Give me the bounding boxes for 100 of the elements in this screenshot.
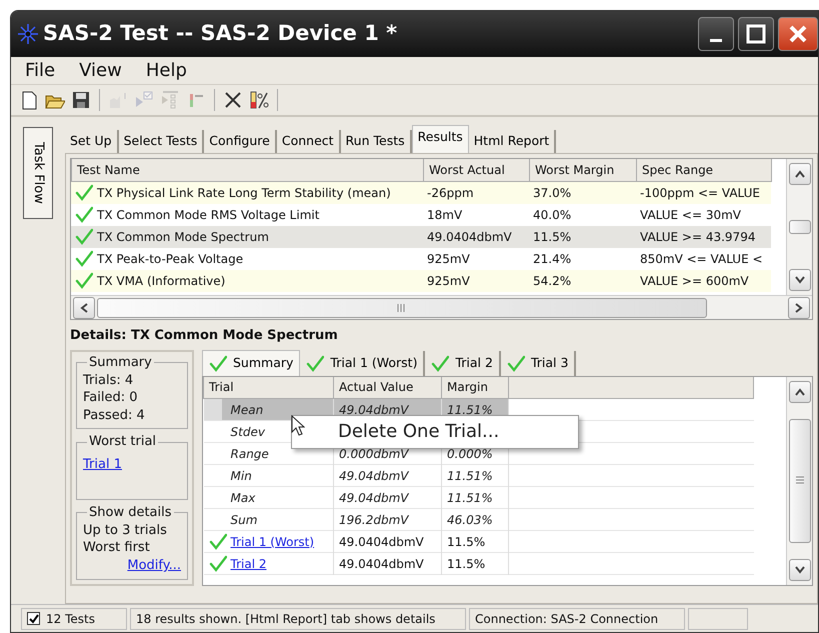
result-row[interactable]: TX Physical Link Rate Long Term Stability (mean) -26ppm 37.0% -100ppm <= VALUE bbox=[71, 182, 771, 204]
maximize-icon bbox=[746, 24, 766, 44]
scrollbar-thumb[interactable] bbox=[788, 418, 810, 542]
result-row[interactable]: TX Common Mode RMS Voltage Limit 18mV 40.0% VALUE <= 30mV bbox=[71, 204, 771, 226]
table-cell-text: TX Peak-to-Peak Voltage bbox=[97, 250, 244, 268]
column-header[interactable]: Test Name bbox=[72, 159, 424, 181]
table-cell: 11.51% bbox=[447, 402, 493, 416]
scrollbar-thumb[interactable] bbox=[97, 298, 707, 318]
menu-item[interactable]: View bbox=[69, 57, 132, 84]
scroll-right-button[interactable] bbox=[788, 296, 810, 318]
table-cell-text: TX Common Mode RMS Voltage Limit bbox=[97, 206, 320, 224]
info-text: Passed: 4 bbox=[83, 406, 146, 424]
context-menu-item[interactable]: Delete One Trial... bbox=[291, 414, 579, 448]
group-title: Show details bbox=[88, 506, 173, 520]
chevron-left-icon bbox=[80, 302, 88, 312]
column-header[interactable]: Margin bbox=[442, 376, 508, 398]
table-cell-text: -26ppm bbox=[427, 184, 474, 202]
delete-icon[interactable] bbox=[223, 90, 243, 110]
maximize-button[interactable] bbox=[738, 17, 774, 51]
save-icon[interactable] bbox=[71, 90, 91, 110]
table-cell-text: VALUE >= 600mV bbox=[640, 272, 749, 290]
table-cell-text: TX VMA (Informative) bbox=[97, 272, 226, 290]
trial-row[interactable]: Sum 196.2dbmV 46.03% bbox=[204, 508, 754, 530]
chevron-down-icon bbox=[794, 566, 804, 574]
test-count: 12 Tests bbox=[46, 610, 95, 628]
scroll-down-button[interactable] bbox=[788, 558, 810, 580]
info-text: Trials: 4 bbox=[83, 372, 134, 390]
table-cell: Stdev bbox=[230, 424, 265, 438]
link[interactable]: Trial 1 (Worst) bbox=[230, 532, 314, 550]
tab[interactable]: Summary bbox=[202, 350, 300, 376]
table-cell: 49.04dbmV bbox=[339, 402, 408, 416]
link[interactable]: Modify... bbox=[127, 558, 181, 573]
checkbox[interactable] bbox=[27, 612, 40, 625]
column-header[interactable]: Trial bbox=[204, 376, 334, 398]
column-header[interactable]: Worst Margin bbox=[530, 159, 636, 181]
status-message: 18 results shown. [Html Report] tab shows details bbox=[136, 610, 436, 628]
table-cell-text: 40.0% bbox=[533, 206, 572, 224]
info-text: Worst first bbox=[83, 539, 151, 557]
table-cell: 11.51% bbox=[447, 490, 493, 504]
result-row[interactable]: TX Peak-to-Peak Voltage 925mV 21.4% 850mV <= VALUE < bbox=[71, 248, 771, 270]
connection-status: Connection: SAS-2 Connection bbox=[475, 610, 658, 628]
table-cell-text: 21.4% bbox=[533, 250, 572, 268]
scroll-up-button[interactable] bbox=[788, 163, 810, 185]
table-cell: Range bbox=[230, 446, 269, 460]
close-button[interactable] bbox=[778, 17, 818, 51]
grip-icon bbox=[796, 476, 804, 486]
table-cell-text: 49.0404dbmV bbox=[427, 228, 512, 246]
scrollbar-thumb[interactable] bbox=[788, 220, 810, 234]
close-icon bbox=[788, 24, 808, 44]
link[interactable]: Trial 1 bbox=[83, 456, 122, 472]
menu-item[interactable]: File bbox=[15, 57, 66, 84]
table-cell: 49.0404dbmV bbox=[339, 556, 424, 570]
group-title: Summary bbox=[88, 356, 153, 370]
table-cell-text: -100ppm <= VALUE bbox=[640, 184, 760, 202]
minimize-button[interactable] bbox=[698, 17, 734, 51]
table-cell: 46.03% bbox=[447, 512, 493, 526]
table-cell: 0.000% bbox=[447, 446, 493, 460]
starburst-logo-icon bbox=[17, 23, 39, 45]
chevron-down-icon bbox=[794, 276, 804, 284]
window-title: SAS-2 Test -- SAS-2 Device 1 * bbox=[43, 20, 398, 48]
table-cell-text: VALUE <= 30mV bbox=[640, 206, 742, 224]
table-cell: 11.5% bbox=[447, 534, 486, 548]
menu-item[interactable]: Help bbox=[136, 57, 197, 84]
grip-icon bbox=[397, 304, 407, 312]
column-header[interactable]: Spec Range bbox=[636, 159, 772, 181]
table-cell: 11.51% bbox=[447, 468, 493, 482]
checkmark-icon bbox=[28, 614, 38, 624]
table-cell-text: 54.2% bbox=[533, 272, 572, 290]
table-cell-text: 18mV bbox=[427, 206, 462, 224]
table-cell: 49.04dbmV bbox=[339, 490, 408, 504]
status-panel bbox=[688, 608, 748, 630]
scroll-left-button[interactable] bbox=[73, 296, 95, 318]
scroll-down-button[interactable] bbox=[788, 269, 810, 291]
table-cell: 196.2dbmV bbox=[339, 512, 408, 526]
task-flow-button[interactable]: Task Flow bbox=[23, 127, 53, 219]
trial-row[interactable]: Min 49.04dbmV 11.51% bbox=[204, 464, 754, 486]
column-header[interactable]: Actual Value bbox=[334, 376, 442, 398]
trial-row[interactable]: Max 49.04dbmV 11.51% bbox=[204, 486, 754, 508]
table-cell: 49.0404dbmV bbox=[339, 534, 424, 548]
table-cell-text: 925mV bbox=[427, 272, 470, 290]
result-row[interactable]: TX Common Mode Spectrum 49.0404dbmV 11.5% VALUE >= 43.9794 bbox=[71, 226, 771, 248]
table-cell-text: TX Physical Link Rate Long Term Stability (mean) bbox=[97, 184, 391, 202]
table-cell: Max bbox=[230, 490, 256, 504]
result-row[interactable]: TX VMA (Informative) 925mV 54.2% VALUE >= 600mV bbox=[71, 270, 771, 292]
table-cell: 49.04dbmV bbox=[339, 468, 408, 482]
info-text: Up to 3 trials bbox=[83, 522, 168, 540]
trial-row[interactable]: Trial 1 (Worst) 49.0404dbmV 11.5% bbox=[204, 530, 754, 552]
scroll-up-button[interactable] bbox=[788, 380, 810, 402]
percent-bar-icon[interactable] bbox=[249, 90, 269, 110]
table-cell-text: 925mV bbox=[427, 250, 470, 268]
table-cell: Sum bbox=[230, 512, 258, 526]
trial-row[interactable]: Trial 2 49.0404dbmV 11.5% bbox=[204, 552, 754, 574]
column-header[interactable]: Worst Actual bbox=[424, 159, 530, 181]
details-title: Details: TX Common Mode Spectrum bbox=[70, 327, 339, 345]
table-cell-text: TX Common Mode Spectrum bbox=[97, 228, 269, 246]
table-cell-text: 11.5% bbox=[533, 228, 572, 246]
link[interactable]: Trial 2 bbox=[230, 554, 266, 572]
group-title: Worst trial bbox=[88, 435, 158, 450]
chevron-up-icon bbox=[794, 388, 804, 396]
tab[interactable]: Results bbox=[412, 125, 469, 153]
